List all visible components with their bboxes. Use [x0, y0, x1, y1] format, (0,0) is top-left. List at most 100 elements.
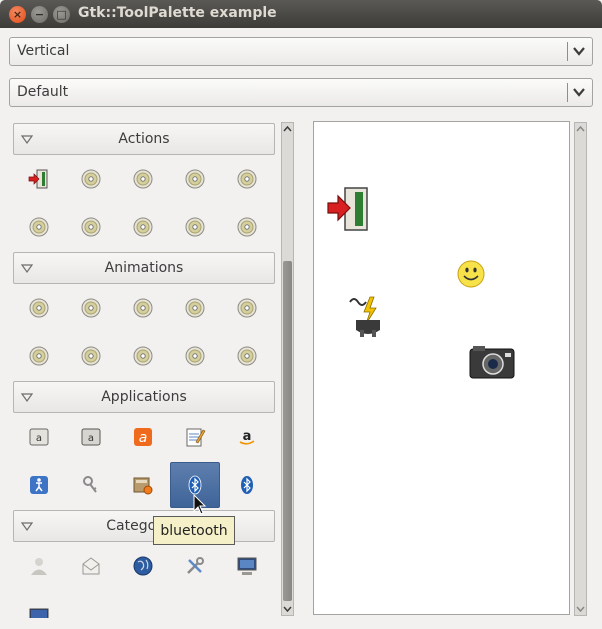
tool-monitor[interactable] [14, 591, 64, 618]
notepad-icon [186, 428, 206, 447]
tool-cd[interactable] [222, 204, 272, 250]
orientation-value: Vertical [17, 43, 70, 59]
orientation-combo[interactable]: Vertical [9, 37, 593, 66]
font-viewer-icon: a [29, 428, 49, 446]
cd-icon [237, 217, 257, 237]
exit-icon [28, 169, 48, 189]
bluetooth-icon [188, 475, 202, 495]
maximize-button[interactable]: □ [53, 6, 70, 23]
tool-keyring[interactable] [66, 462, 116, 508]
cd-icon [185, 169, 205, 189]
drop-area[interactable] [313, 121, 570, 615]
bluetooth-icon [241, 476, 253, 494]
tool-cd[interactable] [66, 285, 116, 331]
cd-icon [29, 346, 49, 366]
scroll-thumb[interactable] [283, 261, 292, 601]
tool-amazon[interactable]: a [222, 414, 272, 460]
tool-cd[interactable] [222, 285, 272, 331]
group-label: Applications [101, 389, 187, 405]
tool-notepad[interactable] [170, 414, 220, 460]
tooltip: bluetooth [153, 516, 235, 545]
cd-icon [29, 217, 49, 237]
tool-cd[interactable] [170, 156, 220, 202]
tool-accessibility[interactable] [14, 462, 64, 508]
svg-text:a: a [36, 433, 42, 444]
group-header-applications[interactable]: Applications [13, 381, 275, 413]
tool-cd[interactable] [66, 156, 116, 202]
tool-computer[interactable] [222, 543, 272, 589]
scroll-down-button[interactable] [575, 603, 586, 615]
tool-bluetooth[interactable] [222, 462, 272, 508]
tool-mail[interactable] [66, 543, 116, 589]
svg-text:a: a [243, 429, 252, 444]
group-header-categories[interactable]: Categories [13, 510, 275, 542]
close-icon: × [12, 8, 23, 21]
group-header-actions[interactable]: Actions [13, 123, 275, 155]
tool-font-viewer[interactable]: a [14, 414, 64, 460]
maximize-icon: □ [56, 8, 67, 21]
font-viewer-icon: a [81, 428, 101, 446]
tool-cd[interactable] [170, 285, 220, 331]
user-icon [31, 558, 47, 575]
power-plug-icon[interactable] [344, 294, 392, 340]
tool-palette[interactable]: Actions Animations Applications a a a a [10, 121, 280, 618]
group-header-animations[interactable]: Animations [13, 252, 275, 284]
tool-cd[interactable] [14, 285, 64, 331]
tool-globe[interactable] [118, 543, 168, 589]
tool-cd[interactable] [118, 333, 168, 379]
close-button[interactable]: × [9, 6, 26, 23]
tool-cd[interactable] [170, 333, 220, 379]
style-combo[interactable]: Default [9, 78, 593, 107]
chevron-up-icon [283, 126, 292, 132]
tool-cd[interactable] [66, 333, 116, 379]
cd-icon [133, 346, 153, 366]
tool-cd[interactable] [222, 156, 272, 202]
tool-cd[interactable] [170, 204, 220, 250]
tool-cd[interactable] [118, 285, 168, 331]
cd-icon [81, 298, 101, 318]
tool-cd[interactable] [118, 204, 168, 250]
smiley-icon[interactable] [456, 259, 486, 289]
tool-cd[interactable] [66, 204, 116, 250]
mail-icon [82, 557, 100, 575]
tool-cd[interactable] [14, 333, 64, 379]
tools-icon [187, 557, 204, 574]
tool-user[interactable] [14, 543, 64, 589]
scroll-up-button[interactable] [282, 123, 293, 135]
cd-icon [81, 346, 101, 366]
minimize-icon: − [34, 8, 45, 21]
title-bar[interactable]: × − □ Gtk::ToolPalette example [0, 0, 602, 28]
combo-separator [567, 42, 568, 61]
cd-icon [133, 169, 153, 189]
scroll-down-button[interactable] [282, 603, 293, 615]
tool-tools[interactable] [170, 543, 220, 589]
minimize-button[interactable]: − [31, 6, 48, 23]
group-label: Actions [118, 131, 170, 147]
tool-orange-a[interactable]: a [118, 414, 168, 460]
camera-icon[interactable] [469, 344, 515, 380]
keyring-icon [83, 476, 97, 493]
cd-icon [133, 298, 153, 318]
computer-icon [237, 557, 257, 575]
svg-text:a: a [139, 430, 148, 446]
mouse-cursor-icon [193, 494, 207, 515]
tool-font-viewer[interactable]: a [66, 414, 116, 460]
combo-separator [567, 83, 568, 102]
exit-icon[interactable] [326, 185, 374, 233]
cd-icon [29, 298, 49, 318]
tool-file-roller[interactable] [118, 462, 168, 508]
palette-scrollbar[interactable] [281, 122, 294, 616]
tool-cd[interactable] [14, 204, 64, 250]
chevron-down-icon [573, 88, 585, 97]
scroll-up-button[interactable] [575, 123, 586, 135]
cd-icon [237, 298, 257, 318]
tool-cd[interactable] [222, 333, 272, 379]
group-label: Animations [104, 260, 184, 276]
drop-area-scrollbar[interactable] [574, 122, 587, 616]
group-label: Categories [106, 518, 182, 534]
chevron-up-icon [576, 126, 585, 132]
tool-exit[interactable] [14, 156, 64, 202]
chevron-down-icon [576, 606, 585, 612]
tool-cd[interactable] [118, 156, 168, 202]
chevron-down-icon [573, 47, 585, 56]
